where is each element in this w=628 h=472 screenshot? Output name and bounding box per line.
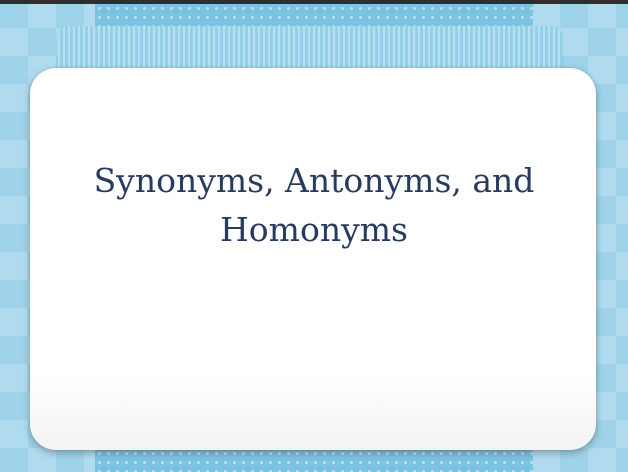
- title-card: [30, 68, 596, 450]
- slide: Synonyms, Antonyms, and Homonyms: [0, 0, 628, 472]
- slide-title: Synonyms, Antonyms, and Homonyms: [93, 161, 535, 249]
